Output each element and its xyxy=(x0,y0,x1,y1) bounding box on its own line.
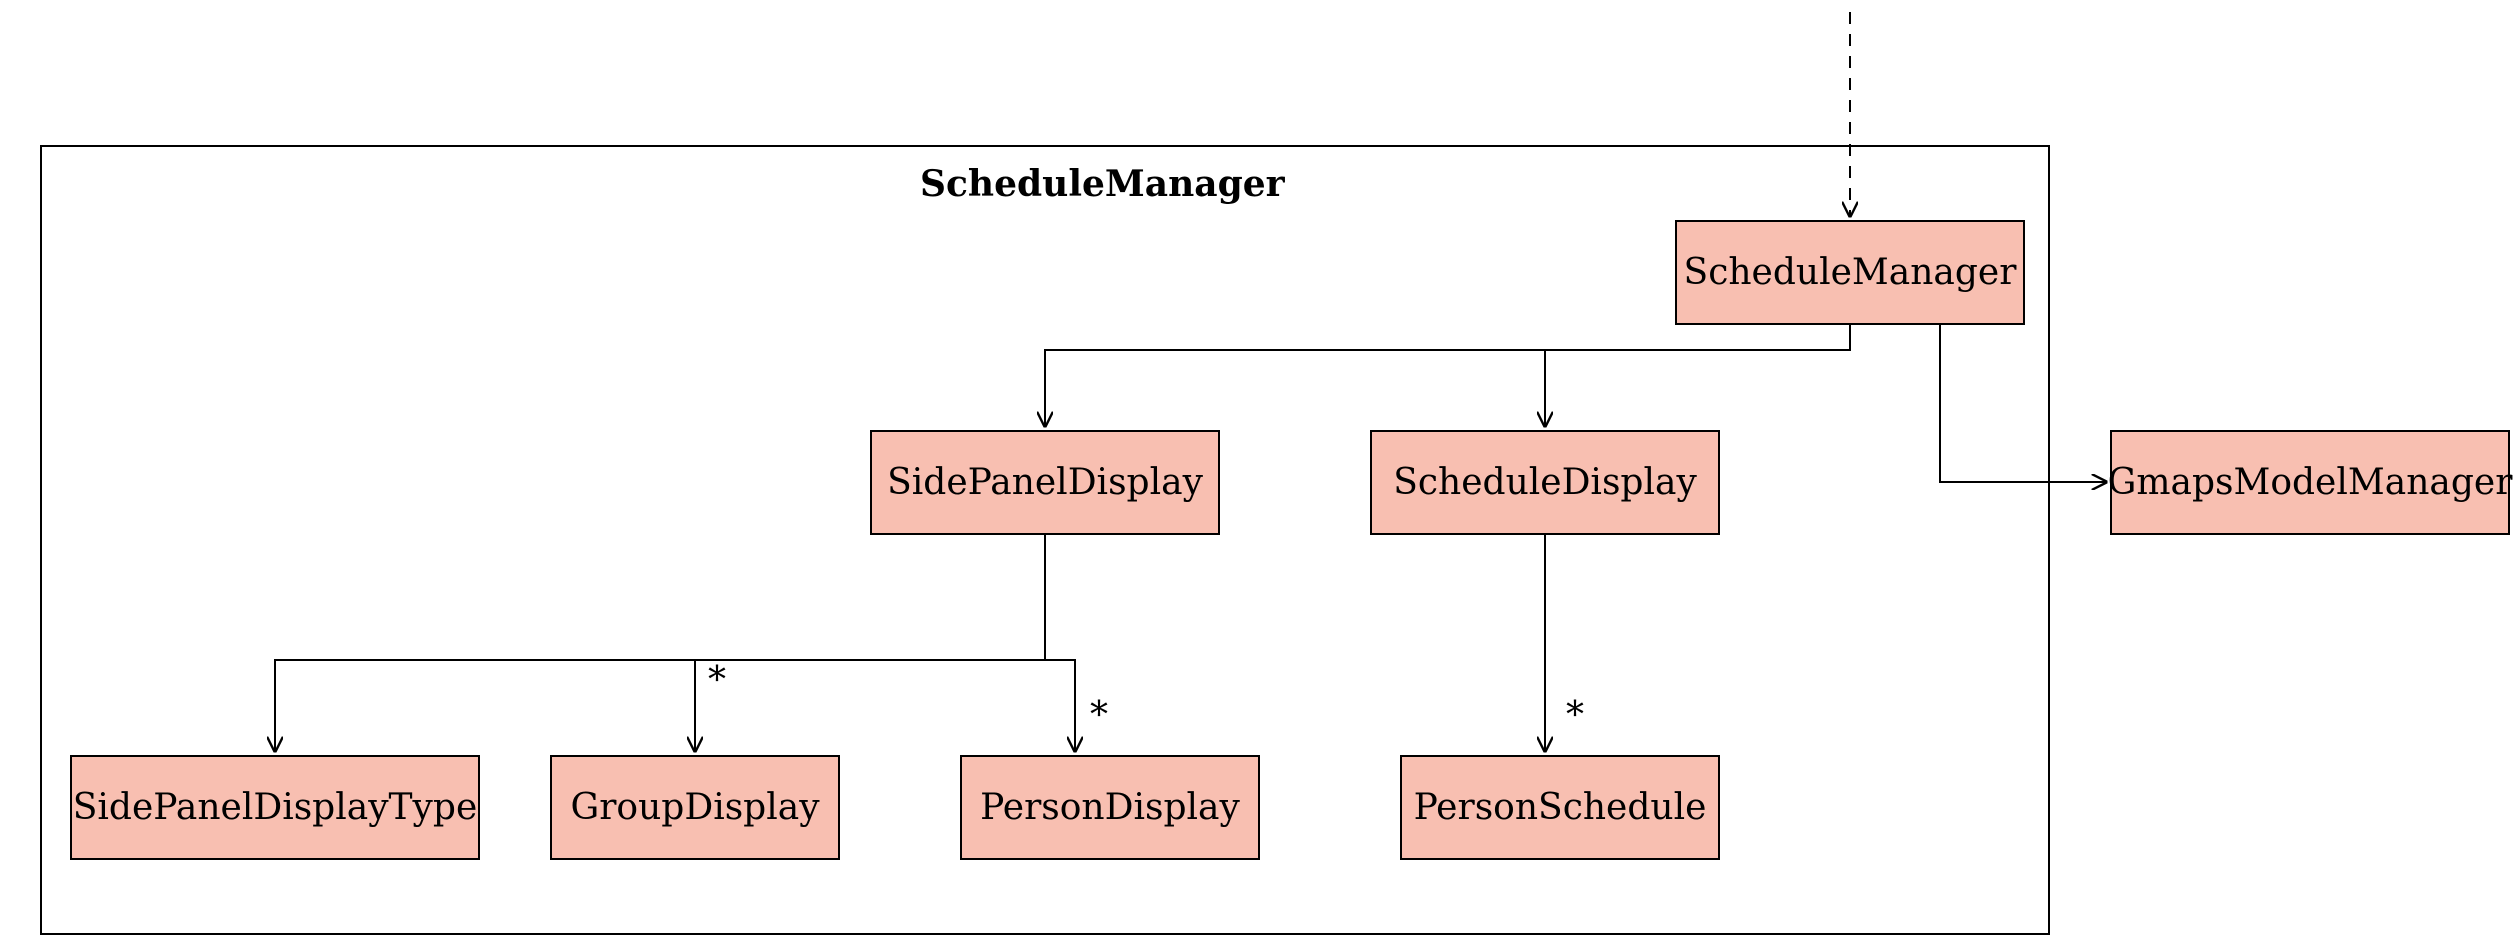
node-person-display: PersonDisplay xyxy=(960,755,1260,860)
node-side-panel-display: SidePanelDisplay xyxy=(870,430,1220,535)
node-schedule-display: ScheduleDisplay xyxy=(1370,430,1720,535)
multiplicity-person-schedule: * xyxy=(1566,695,1584,736)
label-schedule-manager: ScheduleManager xyxy=(1684,252,2017,293)
node-person-schedule: PersonSchedule xyxy=(1400,755,1720,860)
multiplicity-group-display: * xyxy=(708,660,726,701)
node-gmaps-model-manager: GmapsModelManager xyxy=(2110,430,2510,535)
package-title: ScheduleManager xyxy=(920,163,1285,205)
label-person-display: PersonDisplay xyxy=(980,787,1240,828)
node-group-display: GroupDisplay xyxy=(550,755,840,860)
diagram-stage: ScheduleManager ScheduleManager SidePane… xyxy=(0,0,2520,940)
label-person-schedule: PersonSchedule xyxy=(1414,787,1707,828)
label-side-panel-display-type: SidePanelDisplayType xyxy=(73,787,478,828)
label-side-panel-display: SidePanelDisplay xyxy=(887,462,1203,503)
node-side-panel-display-type: SidePanelDisplayType xyxy=(70,755,480,860)
label-schedule-display: ScheduleDisplay xyxy=(1393,462,1697,503)
multiplicity-person-display: * xyxy=(1090,695,1108,736)
label-group-display: GroupDisplay xyxy=(570,787,819,828)
label-gmaps-model-manager: GmapsModelManager xyxy=(2108,462,2513,503)
node-schedule-manager: ScheduleManager xyxy=(1675,220,2025,325)
